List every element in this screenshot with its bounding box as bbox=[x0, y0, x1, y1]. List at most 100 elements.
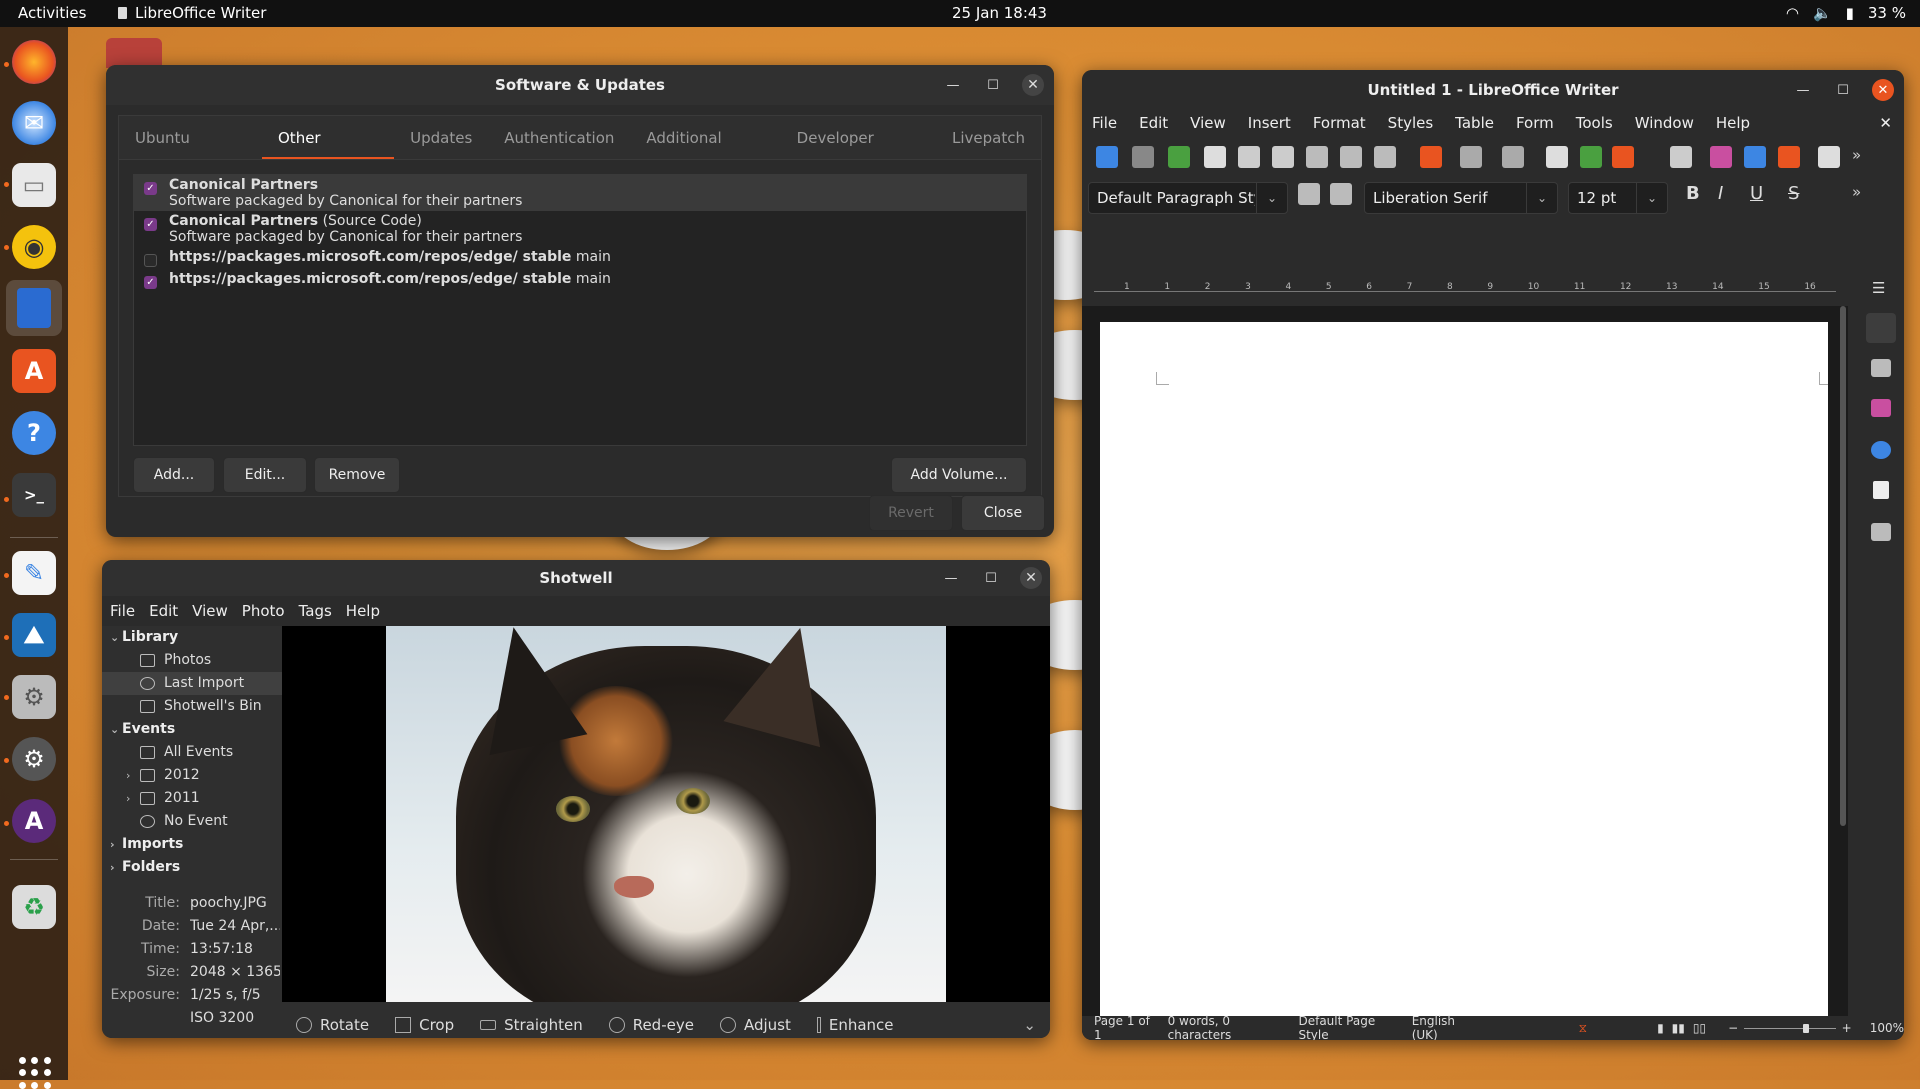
remove-button[interactable]: Remove bbox=[314, 457, 400, 493]
menu-view[interactable]: View bbox=[1190, 114, 1226, 132]
underline-icon[interactable]: U bbox=[1750, 183, 1772, 205]
tree-library[interactable]: ⌄ Library bbox=[102, 626, 282, 649]
clock[interactable]: 25 Jan 18:43 bbox=[952, 4, 1047, 22]
source-row[interactable]: ✓ Canonical Partners (Source Code) Softwa… bbox=[134, 211, 1026, 247]
source-row[interactable]: ✓ Canonical Partners Software packaged by… bbox=[134, 175, 1026, 211]
strikethrough-icon[interactable]: S bbox=[1788, 183, 1810, 205]
source-checkbox[interactable] bbox=[144, 254, 157, 267]
new-document-icon[interactable] bbox=[1096, 146, 1118, 168]
sidebar-menu-icon[interactable]: ☰ bbox=[1872, 279, 1885, 297]
tree-no-event[interactable]: No Event bbox=[102, 810, 282, 833]
text-editor-icon[interactable]: ✎ bbox=[12, 551, 56, 595]
collapse-icon[interactable]: ⌄ bbox=[110, 626, 119, 649]
formatting-marks-icon[interactable] bbox=[1612, 146, 1634, 168]
maximize-button[interactable]: ☐ bbox=[1832, 79, 1854, 101]
bold-icon[interactable]: B bbox=[1686, 183, 1708, 205]
help-icon[interactable]: ? bbox=[12, 411, 56, 455]
insert-page-break-icon[interactable] bbox=[1818, 146, 1840, 168]
activities-button[interactable]: Activities bbox=[18, 4, 86, 22]
expand-icon[interactable]: › bbox=[110, 833, 115, 856]
zoom-out-icon[interactable]: − bbox=[1728, 1021, 1738, 1035]
tree-bin[interactable]: Shotwell's Bin bbox=[102, 695, 282, 718]
track-changes-icon[interactable]: ⧖ bbox=[1579, 1021, 1587, 1036]
thunderbird-icon[interactable]: ✉ bbox=[12, 101, 56, 145]
adjust-button[interactable]: Adjust bbox=[719, 1016, 791, 1034]
chevron-down-icon[interactable]: ⌄ bbox=[1023, 1016, 1036, 1034]
close-document-icon[interactable]: ✕ bbox=[1879, 114, 1892, 132]
menu-view[interactable]: View bbox=[192, 602, 228, 620]
document-area[interactable] bbox=[1082, 306, 1848, 1040]
save-icon[interactable] bbox=[1168, 146, 1190, 168]
source-row[interactable]: https://packages.microsoft.com/repos/edg… bbox=[134, 247, 1026, 269]
italic-icon[interactable]: I bbox=[1718, 183, 1740, 205]
shotwell-icon[interactable]: ⛰ bbox=[12, 613, 56, 657]
trash-icon[interactable]: ♻ bbox=[12, 885, 56, 929]
desktop-folder-icon[interactable] bbox=[106, 38, 162, 68]
redo-icon[interactable] bbox=[1502, 146, 1524, 168]
gallery-icon[interactable] bbox=[1871, 399, 1891, 417]
tree-imports[interactable]: › Imports bbox=[102, 833, 282, 856]
ubuntu-software-icon[interactable]: A bbox=[12, 349, 56, 393]
close-button[interactable]: Close bbox=[961, 495, 1045, 531]
revert-button[interactable]: Revert bbox=[869, 495, 953, 531]
spelling-icon[interactable] bbox=[1580, 146, 1602, 168]
app-menu[interactable]: LibreOffice Writer bbox=[118, 4, 266, 22]
paragraph-style-combo[interactable]: Default Paragraph Styl ⌄ bbox=[1088, 182, 1288, 214]
add-button[interactable]: Add... bbox=[133, 457, 215, 493]
source-checkbox[interactable]: ✓ bbox=[144, 276, 157, 289]
more-options-icon[interactable]: » bbox=[1852, 183, 1874, 205]
menu-insert[interactable]: Insert bbox=[1248, 114, 1291, 132]
book-view-icon[interactable]: ▯▯ bbox=[1693, 1021, 1706, 1035]
tab-additional-drivers[interactable]: Additional Drivers bbox=[630, 116, 780, 191]
tree-all-events[interactable]: All Events bbox=[102, 741, 282, 764]
edit-button[interactable]: Edit... bbox=[223, 457, 307, 493]
close-window-button[interactable]: ✕ bbox=[1022, 74, 1044, 96]
tree-photos[interactable]: Photos bbox=[102, 649, 282, 672]
menu-format[interactable]: Format bbox=[1313, 114, 1366, 132]
tab-updates[interactable]: Updates bbox=[394, 116, 488, 160]
zoom-in-icon[interactable]: + bbox=[1842, 1021, 1852, 1035]
tab-ubuntu-software[interactable]: Ubuntu Software bbox=[119, 116, 262, 191]
font-size-combo[interactable]: 12 pt ⌄ bbox=[1568, 182, 1668, 214]
minimize-button[interactable]: — bbox=[942, 74, 964, 96]
update-manager-icon[interactable]: A bbox=[12, 799, 56, 843]
window-titlebar[interactable]: Software & Updates bbox=[106, 65, 1054, 105]
close-window-button[interactable]: ✕ bbox=[1020, 567, 1042, 589]
chevron-down-icon[interactable]: ⌄ bbox=[1636, 183, 1667, 213]
document-page[interactable] bbox=[1100, 322, 1828, 1040]
menu-form[interactable]: Form bbox=[1516, 114, 1554, 132]
tree-2012[interactable]: › 2012 bbox=[102, 764, 282, 787]
menu-help[interactable]: Help bbox=[346, 602, 380, 620]
multi-page-view-icon[interactable]: ▮▮ bbox=[1672, 1021, 1685, 1035]
open-icon[interactable] bbox=[1132, 146, 1154, 168]
system-tray[interactable]: ◠ 🔈 ▮ 33 % bbox=[1786, 4, 1906, 22]
minimize-button[interactable]: — bbox=[940, 567, 962, 589]
paste-icon[interactable] bbox=[1374, 146, 1396, 168]
menu-table[interactable]: Table bbox=[1455, 114, 1494, 132]
clone-formatting-icon[interactable] bbox=[1420, 146, 1442, 168]
files-icon[interactable]: ▭ bbox=[12, 163, 56, 207]
update-style-icon[interactable] bbox=[1298, 183, 1320, 205]
menu-file[interactable]: File bbox=[1092, 114, 1117, 132]
single-page-view-icon[interactable]: ▮ bbox=[1657, 1021, 1664, 1035]
copy-icon[interactable] bbox=[1340, 146, 1362, 168]
zoom-level[interactable]: 100% bbox=[1870, 1021, 1904, 1035]
cut-icon[interactable] bbox=[1306, 146, 1328, 168]
straighten-button[interactable]: Straighten bbox=[480, 1016, 583, 1034]
libreoffice-writer-icon[interactable] bbox=[6, 280, 62, 336]
find-replace-icon[interactable] bbox=[1546, 146, 1568, 168]
menu-help[interactable]: Help bbox=[1716, 114, 1750, 132]
tab-authentication[interactable]: Authentication bbox=[488, 116, 630, 160]
terminal-icon[interactable]: >_ bbox=[12, 473, 56, 517]
software-updates-icon[interactable]: ⚙ bbox=[12, 675, 56, 719]
source-row[interactable]: ✓ https://packages.microsoft.com/repos/e… bbox=[134, 269, 1026, 291]
tree-2011[interactable]: › 2011 bbox=[102, 787, 282, 810]
font-name-combo[interactable]: Liberation Serif ⌄ bbox=[1364, 182, 1558, 214]
tab-livepatch[interactable]: Livepatch bbox=[936, 116, 1041, 160]
print-icon[interactable] bbox=[1238, 146, 1260, 168]
tree-folders[interactable]: › Folders bbox=[102, 856, 282, 879]
close-window-button[interactable]: ✕ bbox=[1872, 79, 1894, 101]
chevron-down-icon[interactable]: ⌄ bbox=[1526, 183, 1557, 213]
tree-events[interactable]: ⌄ Events bbox=[102, 718, 282, 741]
insert-textbox-icon[interactable] bbox=[1778, 146, 1800, 168]
